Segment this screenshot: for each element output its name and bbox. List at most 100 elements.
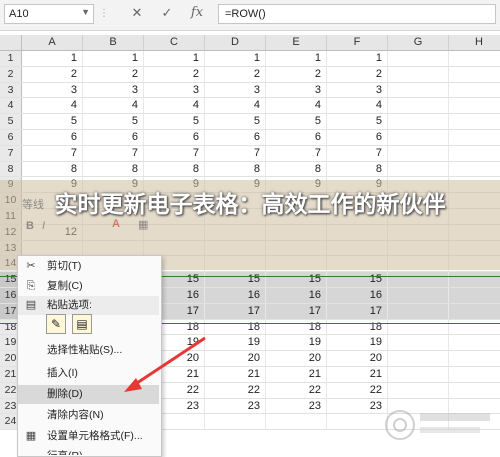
paste-format-icon[interactable]: ✎ — [46, 314, 66, 334]
column-header-b[interactable]: B — [83, 35, 144, 50]
cell[interactable] — [449, 320, 500, 335]
cell[interactable]: 6 — [22, 129, 83, 145]
cell[interactable] — [388, 382, 449, 398]
cell[interactable]: 22 — [327, 382, 388, 398]
cell[interactable]: 5 — [144, 114, 205, 129]
cell[interactable]: 23 — [205, 398, 266, 414]
cell[interactable]: 2 — [83, 66, 144, 82]
cell[interactable]: 16 — [327, 287, 388, 303]
cell[interactable]: 18 — [266, 319, 327, 335]
cell[interactable]: 18 — [327, 319, 388, 335]
cell[interactable]: 4 — [205, 98, 266, 114]
column-header-g[interactable]: G — [388, 35, 449, 50]
paste-values-icon[interactable]: ▤ — [72, 314, 92, 334]
cell[interactable]: 19 — [327, 335, 388, 351]
cell[interactable]: 19 — [266, 335, 327, 351]
cell[interactable]: 5 — [266, 114, 327, 129]
cell[interactable]: 2 — [22, 66, 83, 82]
cell[interactable]: 3 — [22, 82, 83, 98]
cell[interactable]: 3 — [327, 82, 388, 98]
cell[interactable] — [266, 414, 327, 430]
menu-item-delete[interactable]: 删除(D) — [18, 385, 159, 404]
cell[interactable]: 17 — [327, 303, 388, 319]
cell[interactable]: 5 — [22, 114, 83, 129]
cell[interactable]: 23 — [266, 398, 327, 414]
cell[interactable]: 4 — [83, 98, 144, 114]
cell[interactable]: 8 — [83, 161, 144, 177]
cell[interactable] — [388, 161, 449, 177]
cell[interactable]: 3 — [83, 82, 144, 98]
cell[interactable]: 7 — [22, 145, 83, 161]
cell[interactable]: 5 — [83, 114, 144, 129]
row-header[interactable]: 5 — [0, 114, 22, 129]
cell[interactable]: 1 — [144, 51, 205, 66]
row-header[interactable]: 7 — [0, 145, 22, 161]
cell[interactable] — [449, 351, 500, 366]
cell[interactable]: 22 — [205, 382, 266, 398]
chevron-down-icon[interactable]: ▼ — [81, 7, 90, 17]
menu-item-row-height[interactable]: 行高(R)... — [18, 447, 159, 455]
menu-item-copy[interactable]: ⎘ 复制(C) — [18, 277, 159, 296]
cell[interactable] — [449, 383, 500, 398]
cell[interactable]: 21 — [327, 366, 388, 382]
cell[interactable]: 16 — [205, 287, 266, 303]
cell[interactable]: 20 — [327, 351, 388, 366]
row-header[interactable]: 3 — [0, 82, 22, 98]
cell[interactable] — [449, 98, 500, 113]
cell[interactable]: 21 — [266, 366, 327, 382]
cell[interactable]: 7 — [83, 145, 144, 161]
row-header[interactable]: 8 — [0, 161, 22, 177]
row-header[interactable]: 6 — [0, 129, 22, 145]
cell[interactable]: 5 — [327, 114, 388, 129]
cell[interactable]: 4 — [22, 98, 83, 114]
cell[interactable] — [388, 335, 449, 351]
confirm-icon[interactable]: ✓ — [158, 5, 176, 21]
cell[interactable]: 2 — [266, 66, 327, 82]
cell[interactable]: 7 — [205, 145, 266, 161]
menu-item-insert[interactable]: 插入(I) — [18, 364, 159, 383]
cell[interactable]: 20 — [205, 351, 266, 366]
select-all-corner[interactable] — [0, 35, 22, 50]
column-header-d[interactable]: D — [205, 35, 266, 50]
cell[interactable]: 2 — [205, 66, 266, 82]
cell[interactable]: 16 — [266, 287, 327, 303]
row-header[interactable]: 4 — [0, 98, 22, 114]
cell[interactable]: 1 — [83, 51, 144, 66]
cell[interactable]: 6 — [144, 129, 205, 145]
cell[interactable] — [449, 83, 500, 98]
cell[interactable]: 15 — [205, 272, 266, 287]
column-header-f[interactable]: F — [327, 35, 388, 50]
column-header-c[interactable]: C — [144, 35, 205, 50]
cell[interactable]: 8 — [144, 161, 205, 177]
cell[interactable] — [449, 51, 500, 66]
cell[interactable]: 15 — [266, 272, 327, 287]
cell[interactable]: 8 — [266, 161, 327, 177]
cell[interactable] — [205, 414, 266, 430]
cell[interactable] — [388, 114, 449, 129]
cell[interactable]: 1 — [266, 51, 327, 66]
cell[interactable] — [388, 366, 449, 382]
cell[interactable]: 7 — [327, 145, 388, 161]
menu-item-cut[interactable]: ✂ 剪切(T) — [18, 257, 159, 276]
cell[interactable]: 4 — [327, 98, 388, 114]
cell[interactable] — [388, 303, 449, 319]
cell[interactable] — [388, 351, 449, 366]
cell[interactable]: 6 — [205, 129, 266, 145]
formula-input[interactable]: =ROW() — [218, 4, 496, 24]
column-header-h[interactable]: H — [449, 35, 500, 50]
cell[interactable]: 5 — [205, 114, 266, 129]
cell[interactable]: 7 — [144, 145, 205, 161]
row-header[interactable]: 2 — [0, 66, 22, 82]
menu-item-format-cells[interactable]: ▦ 设置单元格格式(F)... — [18, 427, 159, 446]
cell[interactable]: 18 — [205, 319, 266, 335]
cell[interactable]: 4 — [144, 98, 205, 114]
cell[interactable]: 8 — [327, 161, 388, 177]
cancel-icon[interactable]: ✕ — [128, 5, 146, 21]
cell[interactable] — [388, 129, 449, 145]
cell[interactable]: 8 — [22, 161, 83, 177]
cell[interactable] — [449, 67, 500, 82]
menu-item-paste-special[interactable]: 选择性粘贴(S)... — [18, 341, 159, 360]
cell[interactable]: 20 — [266, 351, 327, 366]
cell[interactable] — [449, 335, 500, 350]
cell[interactable] — [388, 51, 449, 66]
